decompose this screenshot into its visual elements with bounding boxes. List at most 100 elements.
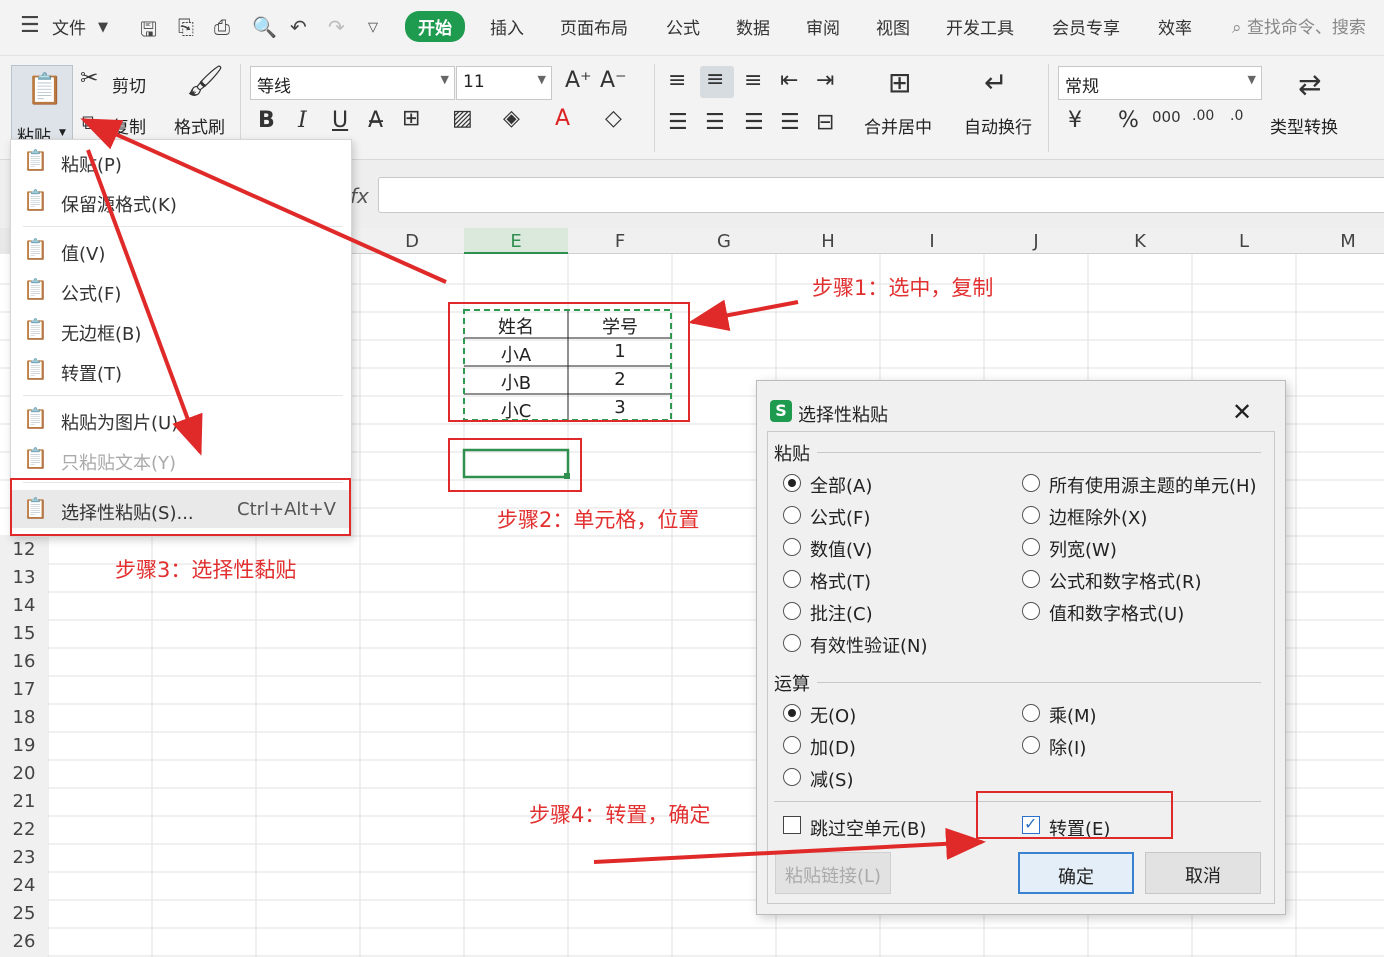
radio-formulas[interactable] <box>783 506 801 524</box>
radio-column-widths[interactable] <box>1022 538 1040 556</box>
column-header[interactable]: D <box>360 231 464 252</box>
increase-font-icon[interactable]: A⁺ <box>565 68 592 93</box>
menu-item-formulas[interactable]: 📋 公式(F) <box>11 273 351 309</box>
menu-item-no-borders[interactable]: 📋 无边框(B) <box>11 313 351 349</box>
row-header[interactable]: 25 <box>0 900 48 928</box>
thousands-icon[interactable]: 000 <box>1152 108 1181 126</box>
decrease-indent-icon[interactable]: ⇤ <box>780 68 798 93</box>
increase-decimal-icon[interactable]: .00 <box>1192 108 1214 124</box>
column-header[interactable]: M <box>1296 231 1384 252</box>
menu-item-transpose[interactable]: 📋 转置(T) <box>11 353 351 389</box>
export-pdf-icon[interactable]: ⎘ <box>178 15 194 39</box>
cancel-button[interactable]: 取消 <box>1145 852 1261 894</box>
chevron-down-icon[interactable]: ▼ <box>59 128 66 138</box>
row-header[interactable]: 22 <box>0 816 48 844</box>
row-header[interactable]: 17 <box>0 676 48 704</box>
align-left-icon[interactable]: ☰ <box>668 110 688 135</box>
font-size-select[interactable]: 11 ▼ <box>456 66 552 100</box>
tab-formulas[interactable]: 公式 <box>666 14 700 39</box>
format-painter-button[interactable]: 格式刷 <box>174 113 225 138</box>
tab-member[interactable]: 会员专享 <box>1052 14 1120 39</box>
justify-icon[interactable]: ☰ <box>780 110 800 135</box>
percent-icon[interactable]: % <box>1118 108 1139 133</box>
row-header[interactable]: 24 <box>0 872 48 900</box>
column-header[interactable]: F <box>568 231 672 252</box>
row-header[interactable]: 18 <box>0 704 48 732</box>
radio-formulas-number-formats[interactable] <box>1022 570 1040 588</box>
fill-color-icon[interactable]: ◈ <box>503 106 520 131</box>
column-header[interactable]: L <box>1192 231 1296 252</box>
tab-review[interactable]: 审阅 <box>806 14 840 39</box>
row-header[interactable]: 20 <box>0 760 48 788</box>
merge-center-button[interactable]: 合并居中 <box>864 113 932 138</box>
row-header[interactable]: 14 <box>0 592 48 620</box>
cut-button[interactable]: 剪切 <box>112 72 146 97</box>
radio-source-theme[interactable] <box>1022 474 1040 492</box>
column-header[interactable]: J <box>984 231 1088 252</box>
menu-item-paste[interactable]: 📋 粘贴(P) <box>11 144 351 180</box>
copy-icon[interactable]: ⧉ <box>82 110 96 134</box>
fill-pattern-icon[interactable]: ▨ <box>452 106 473 131</box>
font-name-select[interactable]: 等线 ▼ <box>250 66 455 100</box>
number-format-select[interactable]: 常规 ▼ <box>1058 66 1262 100</box>
redo-icon[interactable]: ↷ <box>328 15 345 39</box>
decrease-decimal-icon[interactable]: .0 <box>1230 108 1243 124</box>
print-icon[interactable]: ⎙ <box>214 15 230 39</box>
fx-icon[interactable]: fx <box>350 184 369 208</box>
row-header[interactable]: 23 <box>0 844 48 872</box>
skip-blanks-checkbox[interactable] <box>783 816 801 834</box>
search-input[interactable]: 查找命令、搜索 <box>1247 18 1366 38</box>
copy-button[interactable]: 复制 <box>112 113 146 138</box>
column-header[interactable]: G <box>672 231 776 252</box>
file-menu[interactable]: 文件 <box>52 14 86 39</box>
italic-button[interactable]: I <box>298 108 307 133</box>
row-header[interactable]: 15 <box>0 620 48 648</box>
menu-item-values[interactable]: 📋 值(V) <box>11 233 351 269</box>
align-right-icon[interactable]: ☰ <box>744 110 764 135</box>
align-top-icon[interactable]: ≡ <box>668 68 686 93</box>
strikethrough-icon[interactable]: A̶ <box>368 108 383 133</box>
radio-op-none[interactable] <box>783 704 801 722</box>
tab-developer[interactable]: 开发工具 <box>946 14 1014 39</box>
row-header[interactable]: 26 <box>0 928 48 956</box>
currency-icon[interactable]: ¥ <box>1068 108 1082 133</box>
radio-validation[interactable] <box>783 634 801 652</box>
close-icon[interactable]: ✕ <box>1232 398 1252 426</box>
clear-format-icon[interactable]: ◇ <box>605 106 622 131</box>
radio-formats[interactable] <box>783 570 801 588</box>
bold-button[interactable]: B <box>258 108 275 133</box>
ok-button[interactable]: 确定 <box>1018 852 1134 894</box>
tab-view[interactable]: 视图 <box>876 14 910 39</box>
distributed-icon[interactable]: ⊟ <box>816 110 834 135</box>
underline-button[interactable]: U <box>332 108 348 133</box>
paste-button[interactable]: 📋 粘贴 ▼ <box>11 65 73 147</box>
radio-values-number-formats[interactable] <box>1022 602 1040 620</box>
row-header[interactable]: 13 <box>0 564 48 592</box>
radio-op-divide[interactable] <box>1022 736 1040 754</box>
align-middle-button[interactable]: ≡ <box>700 66 734 98</box>
column-header[interactable]: H <box>776 231 880 252</box>
tab-efficiency[interactable]: 效率 <box>1158 14 1192 39</box>
align-bottom-icon[interactable]: ≡ <box>744 68 762 93</box>
row-header[interactable]: 12 <box>0 536 48 564</box>
hamburger-menu-icon[interactable]: ☰ <box>20 13 40 38</box>
save-icon[interactable]: 🖫 <box>140 15 157 49</box>
tab-page-layout[interactable]: 页面布局 <box>560 14 628 39</box>
increase-indent-icon[interactable]: ⇥ <box>816 68 834 93</box>
command-search[interactable]: ⌕ 查找命令、搜索 <box>1232 13 1366 38</box>
align-center-icon[interactable]: ☰ <box>705 110 725 135</box>
column-header-selected[interactable]: E <box>464 228 568 254</box>
column-header[interactable]: I <box>880 231 984 252</box>
chevron-down-icon[interactable]: ▼ <box>98 20 108 35</box>
radio-comments[interactable] <box>783 602 801 620</box>
row-header[interactable]: 19 <box>0 732 48 760</box>
type-convert-button[interactable]: 类型转换 <box>1270 113 1338 138</box>
radio-op-multiply[interactable] <box>1022 704 1040 722</box>
radio-op-add[interactable] <box>783 736 801 754</box>
radio-all[interactable] <box>783 474 801 492</box>
convert-icon[interactable]: ⇄ <box>1298 68 1321 101</box>
tab-insert[interactable]: 插入 <box>490 14 524 39</box>
row-header[interactable]: 16 <box>0 648 48 676</box>
tab-home[interactable]: 开始 <box>405 11 465 42</box>
undo-icon[interactable]: ↶ <box>290 15 307 39</box>
